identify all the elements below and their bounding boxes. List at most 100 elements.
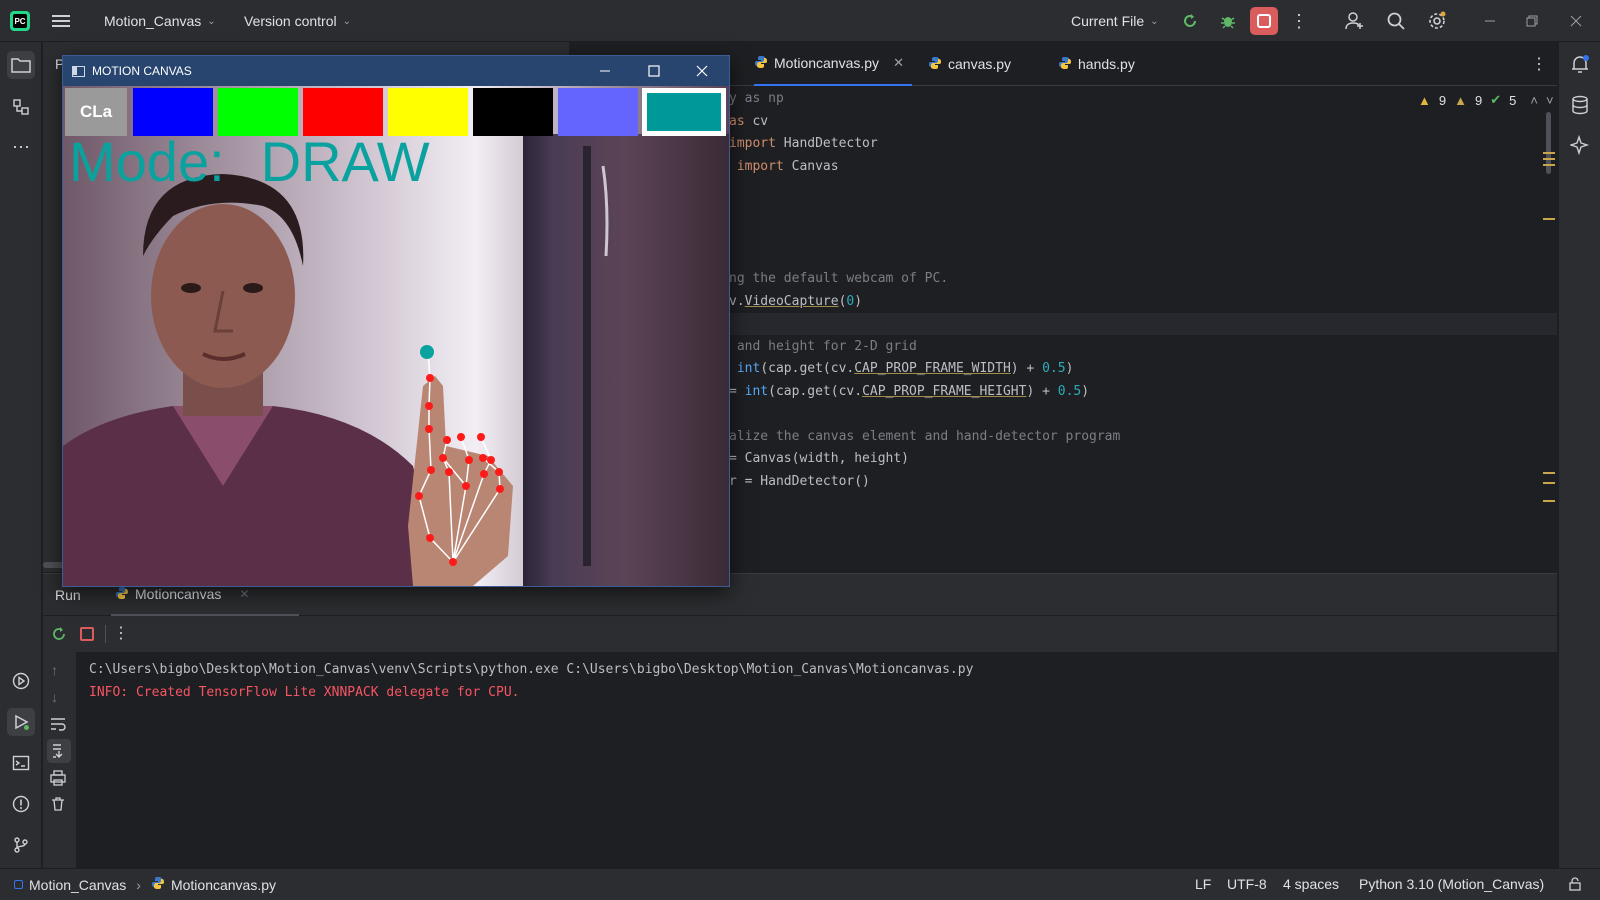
clear-button-label: CLa xyxy=(79,102,113,121)
code-line: alize the canvas element and hand-detect… xyxy=(729,429,1121,444)
restore-window-icon[interactable] xyxy=(1518,7,1546,35)
file-encoding[interactable]: UTF-8 xyxy=(1227,876,1267,892)
structure-icon[interactable] xyxy=(7,93,35,121)
code-line: import Canvas xyxy=(729,159,839,174)
scroll-to-end-icon[interactable] xyxy=(47,739,71,763)
read-only-lock-icon[interactable] xyxy=(1568,877,1582,894)
tabs-more-icon[interactable]: ⋮ xyxy=(1531,54,1547,74)
more-tools-icon[interactable]: ⋯ xyxy=(7,133,35,161)
ok-count: 5 xyxy=(1509,92,1517,108)
indent-setting[interactable]: 4 spaces xyxy=(1283,876,1339,892)
close-icon[interactable] xyxy=(696,64,708,80)
left-tool-strip: ⋯ xyxy=(0,42,42,868)
arrow-up-icon[interactable]: ↑ xyxy=(51,662,58,678)
code-line: int(cap.get(cv.CAP_PROP_FRAME_WIDTH) + 0… xyxy=(729,361,1074,376)
swatch-blue[interactable] xyxy=(133,88,213,136)
swatch-red[interactable] xyxy=(303,88,383,136)
terminal-icon[interactable] xyxy=(7,749,35,777)
more-vertical-icon[interactable]: ⋮ xyxy=(111,622,131,646)
project-folder-icon[interactable] xyxy=(7,51,35,79)
tab-motioncanvas[interactable]: Motioncanvas.py ✕ xyxy=(754,42,912,86)
maximize-icon[interactable] xyxy=(648,64,660,80)
status-bar: Motion_Canvas › Motioncanvas.py LF UTF-8… xyxy=(0,868,1600,900)
console-line: INFO: Created TensorFlow Lite XNNPACK de… xyxy=(89,685,520,700)
problems-icon[interactable] xyxy=(7,790,35,818)
warning-mark[interactable] xyxy=(1543,500,1555,502)
git-branch-icon[interactable] xyxy=(7,831,35,859)
inspection-widget[interactable]: ▲ 9 ▲ 9 ✔ 5 ˄ ˅ xyxy=(1418,92,1554,108)
notifications-icon[interactable] xyxy=(1566,50,1594,78)
divider xyxy=(105,625,106,643)
run-toolbar: ⋮ xyxy=(43,616,1557,652)
rerun-icon[interactable] xyxy=(1176,7,1204,35)
clear-button[interactable]: CLa xyxy=(65,88,127,136)
console-output[interactable]: C:\Users\bigbo\Desktop\Motion_Canvas\ven… xyxy=(77,652,1557,869)
search-icon[interactable] xyxy=(1382,7,1410,35)
swatch-teal-selected[interactable] xyxy=(642,88,726,136)
close-tab-icon[interactable]: ✕ xyxy=(239,587,249,601)
ai-assistant-icon[interactable] xyxy=(1566,131,1594,159)
project-switcher[interactable]: Motion_Canvas ⌄ xyxy=(104,0,216,42)
services-icon[interactable] xyxy=(7,667,35,695)
run-tool-icon[interactable] xyxy=(7,708,35,736)
database-icon[interactable] xyxy=(1566,91,1594,119)
chevron-right-icon: › xyxy=(136,876,141,893)
warning-mark[interactable] xyxy=(1543,158,1555,160)
warning-mark[interactable] xyxy=(1543,482,1555,484)
chevron-down-icon[interactable]: ˅ xyxy=(1546,93,1554,108)
minimize-window-icon[interactable] xyxy=(1476,7,1504,35)
code-line: ng the default webcam of PC. xyxy=(729,271,949,286)
python-file-icon xyxy=(1058,56,1072,73)
vcs-menu[interactable]: Version control ⌄ xyxy=(244,0,351,42)
run-side-toolbar: ↑ ↓ xyxy=(43,652,76,869)
swatch-yellow[interactable] xyxy=(388,88,468,136)
tab-canvas[interactable]: canvas.py xyxy=(928,42,1011,86)
warning-mark[interactable] xyxy=(1543,152,1555,154)
add-user-icon[interactable] xyxy=(1341,7,1369,35)
run-config-selector[interactable]: Current File ⌄ xyxy=(1071,0,1159,42)
swatch-periwinkle[interactable] xyxy=(558,88,638,136)
debug-icon[interactable] xyxy=(1214,7,1242,35)
swatch-green[interactable] xyxy=(218,88,298,136)
close-tab-icon[interactable]: ✕ xyxy=(893,55,904,71)
line-separator[interactable]: LF xyxy=(1195,876,1211,892)
main-menu-button[interactable] xyxy=(52,0,70,42)
python-file-icon xyxy=(151,876,165,893)
python-interpreter[interactable]: Python 3.10 (Motion_Canvas) xyxy=(1359,876,1544,892)
stop-button[interactable] xyxy=(1250,7,1278,35)
tab-hands[interactable]: hands.py xyxy=(1058,42,1135,86)
mode-label: Mode: xyxy=(69,130,225,193)
check-icon: ✔ xyxy=(1490,92,1502,107)
trash-icon[interactable] xyxy=(50,796,66,815)
print-icon[interactable] xyxy=(49,770,67,789)
warning-mark[interactable] xyxy=(1543,472,1555,474)
app-logo[interactable]: PC xyxy=(8,0,32,42)
code-line: v.VideoCapture(0) xyxy=(729,294,863,309)
rerun-icon[interactable] xyxy=(47,622,71,646)
breadcrumb-project[interactable]: Motion_Canvas xyxy=(29,877,126,893)
code-line: as cv xyxy=(729,114,769,129)
right-tool-strip xyxy=(1558,42,1600,868)
code-line: = Canvas(width, height) xyxy=(729,451,910,466)
warning-mark[interactable] xyxy=(1543,218,1555,220)
more-vertical-icon[interactable]: ⋮ xyxy=(1285,7,1313,35)
webcam-frame[interactable]: CLa Mode: DRAW xyxy=(63,86,729,586)
chevron-down-icon: ⌄ xyxy=(342,15,351,27)
settings-icon[interactable] xyxy=(1423,7,1451,35)
run-panel: Run Motioncanvas ✕ ⋮ ↑ ↓ C:\Users\bigbo\… xyxy=(43,573,1557,869)
arrow-down-icon[interactable]: ↓ xyxy=(51,689,58,705)
code-line: y as np xyxy=(729,91,784,106)
chevron-up-icon[interactable]: ˄ xyxy=(1530,93,1538,108)
vcs-label: Version control xyxy=(244,13,337,29)
stop-icon[interactable] xyxy=(75,622,99,646)
tab-label: hands.py xyxy=(1078,56,1135,72)
warning-mark[interactable] xyxy=(1543,164,1555,166)
soft-wrap-icon[interactable] xyxy=(49,716,67,735)
minimize-icon[interactable] xyxy=(599,64,611,80)
run-panel-title[interactable]: Run xyxy=(55,587,81,603)
breadcrumb-file[interactable]: Motioncanvas.py xyxy=(171,877,276,893)
swatch-black[interactable] xyxy=(473,88,553,136)
swatch-teal-fill xyxy=(647,93,721,131)
svg-text:PC: PC xyxy=(14,17,25,26)
close-window-icon[interactable] xyxy=(1562,7,1590,35)
